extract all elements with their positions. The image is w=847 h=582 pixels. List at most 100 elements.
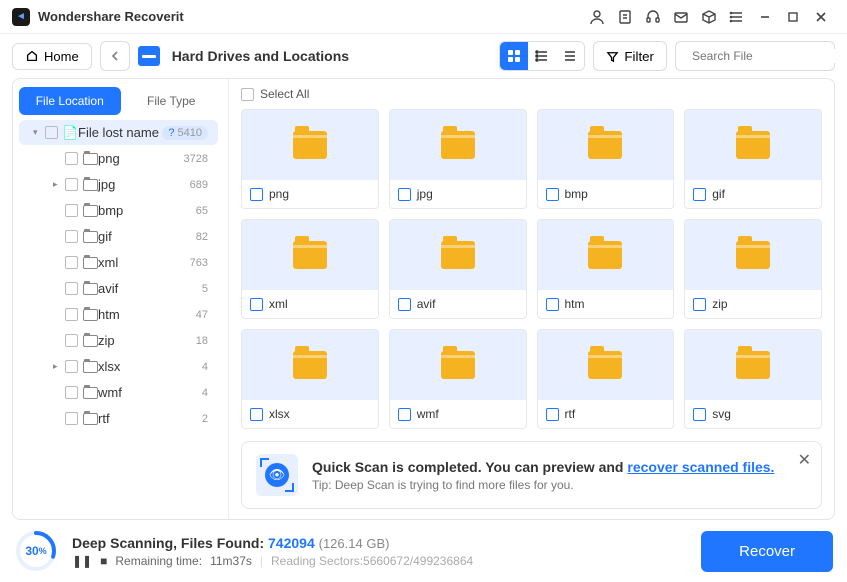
folder-checkbox[interactable] (693, 188, 706, 201)
checkbox[interactable] (65, 204, 78, 217)
folder-thumbnail (685, 110, 821, 180)
folder-icon (83, 361, 98, 373)
view-grid-button[interactable] (500, 42, 528, 70)
headset-icon[interactable] (643, 7, 663, 27)
folder-card[interactable]: htm (537, 219, 675, 319)
folder-card[interactable]: png (241, 109, 379, 209)
folder-card[interactable]: rtf (537, 329, 675, 429)
package-icon[interactable] (699, 7, 719, 27)
select-all-checkbox[interactable] (241, 88, 254, 101)
close-icon[interactable] (811, 7, 831, 27)
folder-icon (588, 131, 622, 159)
checkbox[interactable] (65, 152, 78, 165)
folder-checkbox[interactable] (546, 188, 559, 201)
folder-card[interactable]: xml (241, 219, 379, 319)
tree-root-label: File lost name (78, 125, 162, 140)
recover-files-link[interactable]: recover scanned files. (627, 459, 774, 475)
remaining-value: 11m37s (210, 554, 252, 568)
checkbox[interactable] (65, 282, 78, 295)
view-mode-group (499, 41, 585, 71)
folder-checkbox[interactable] (546, 298, 559, 311)
user-icon[interactable] (587, 7, 607, 27)
search-input[interactable] (692, 49, 847, 63)
folder-icon (83, 179, 98, 191)
folder-card[interactable]: gif (684, 109, 822, 209)
document-icon[interactable] (615, 7, 635, 27)
folder-card[interactable]: svg (684, 329, 822, 429)
tree-item[interactable]: htm47 (19, 302, 218, 327)
folder-name: xml (269, 297, 288, 311)
folder-checkbox[interactable] (693, 408, 706, 421)
folder-card[interactable]: jpg (389, 109, 527, 209)
view-list-button[interactable] (528, 42, 556, 70)
tree-item[interactable]: avif5 (19, 276, 218, 301)
folder-icon (441, 351, 475, 379)
reading-sectors: Reading Sectors:5660672/499236864 (271, 554, 473, 568)
select-all-label: Select All (260, 87, 309, 101)
tree-item-label: htm (98, 307, 196, 322)
folder-card[interactable]: avif (389, 219, 527, 319)
folder-card[interactable]: wmf (389, 329, 527, 429)
folder-checkbox[interactable] (250, 188, 263, 201)
expand-icon[interactable]: ▸ (53, 179, 63, 190)
select-all-row[interactable]: Select All (229, 79, 834, 105)
folder-checkbox[interactable] (250, 408, 263, 421)
folder-checkbox[interactable] (398, 188, 411, 201)
folder-checkbox[interactable] (693, 298, 706, 311)
tree-item[interactable]: zip18 (19, 328, 218, 353)
pause-button[interactable]: ❚❚ (72, 554, 92, 568)
folder-name: htm (565, 297, 585, 311)
remaining-label: Remaining time: (115, 554, 202, 568)
folder-checkbox[interactable] (546, 408, 559, 421)
mail-icon[interactable] (671, 7, 691, 27)
folder-checkbox[interactable] (398, 408, 411, 421)
filter-button[interactable]: Filter (593, 41, 667, 71)
folder-checkbox[interactable] (250, 298, 263, 311)
minimize-icon[interactable] (755, 7, 775, 27)
tree-item[interactable]: png3728 (19, 146, 218, 171)
tree-item-label: jpg (98, 177, 190, 192)
expand-icon[interactable]: ▾ (33, 127, 43, 138)
file-tree[interactable]: ▾ File lost name ?5410 png3728▸jpg689bmp… (13, 115, 226, 519)
back-button[interactable] (100, 41, 130, 71)
maximize-icon[interactable] (783, 7, 803, 27)
tree-item[interactable]: ▸jpg689 (19, 172, 218, 197)
tab-file-location[interactable]: File Location (19, 87, 121, 115)
tab-file-type[interactable]: File Type (121, 87, 223, 115)
folder-checkbox[interactable] (398, 298, 411, 311)
folder-icon (83, 413, 98, 425)
folder-name: rtf (565, 407, 576, 421)
checkbox[interactable] (65, 230, 78, 243)
tree-item-count: 3728 (184, 153, 208, 165)
tree-item[interactable]: ▸xlsx4 (19, 354, 218, 379)
tree-item[interactable]: gif82 (19, 224, 218, 249)
recover-button[interactable]: Recover (701, 531, 833, 572)
checkbox[interactable] (65, 412, 78, 425)
menu-icon[interactable] (727, 7, 747, 27)
tree-item[interactable]: bmp65 (19, 198, 218, 223)
folder-card[interactable]: bmp (537, 109, 675, 209)
view-detail-button[interactable] (556, 42, 584, 70)
stop-button[interactable]: ■ (100, 554, 107, 568)
folder-thumbnail (242, 110, 378, 180)
checkbox[interactable] (65, 334, 78, 347)
expand-icon[interactable]: ▸ (53, 361, 63, 372)
checkbox[interactable] (65, 360, 78, 373)
tree-item[interactable]: rtf2 (19, 406, 218, 431)
home-button[interactable]: Home (12, 43, 92, 70)
search-box[interactable] (675, 41, 835, 71)
notification-close-icon[interactable]: ✕ (798, 450, 811, 470)
checkbox[interactable] (45, 126, 58, 139)
checkbox[interactable] (65, 256, 78, 269)
checkbox[interactable] (65, 386, 78, 399)
tree-item[interactable]: xml763 (19, 250, 218, 275)
folder-icon (441, 241, 475, 269)
folder-card[interactable]: zip (684, 219, 822, 319)
notification-tip: Tip: Deep Scan is trying to find more fi… (312, 478, 774, 492)
tree-root[interactable]: ▾ File lost name ?5410 (19, 120, 218, 145)
checkbox[interactable] (65, 308, 78, 321)
home-label: Home (44, 49, 79, 64)
folder-card[interactable]: xlsx (241, 329, 379, 429)
checkbox[interactable] (65, 178, 78, 191)
tree-item[interactable]: wmf4 (19, 380, 218, 405)
